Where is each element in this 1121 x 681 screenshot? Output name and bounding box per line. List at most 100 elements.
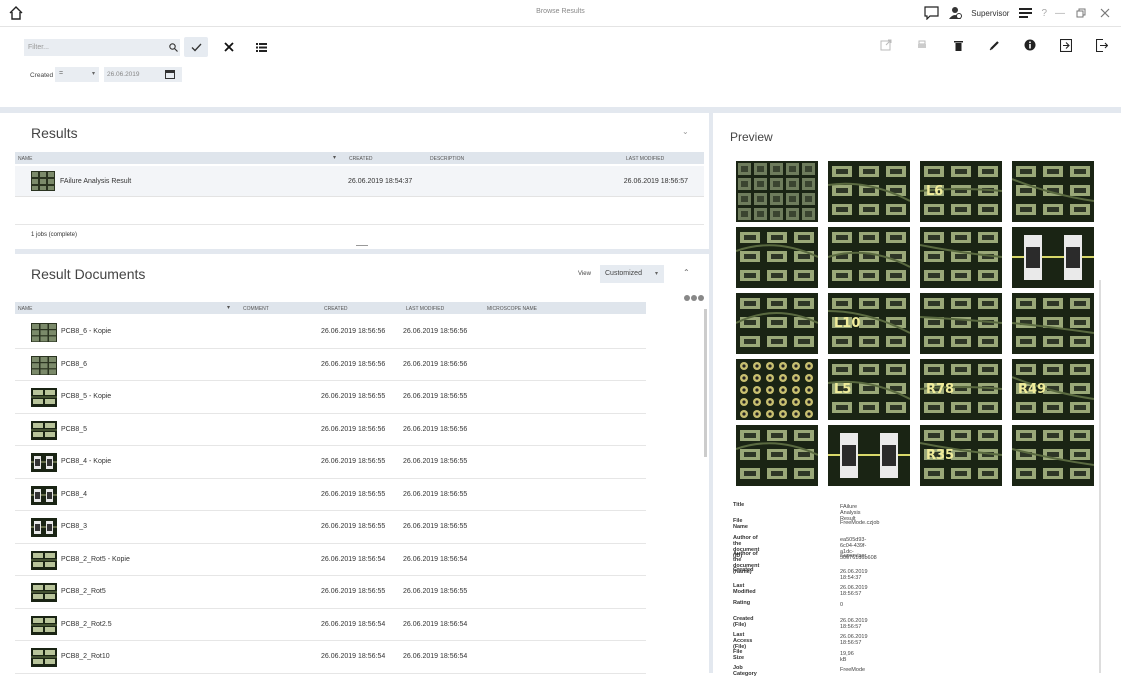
menu-icon[interactable] [1017,5,1033,21]
col-name[interactable]: NAME [18,156,32,162]
help-button[interactable]: ? [1041,8,1047,19]
table-row[interactable]: PCB8_5 26.06.2019 18:56:56 26.06.2019 18… [15,414,646,446]
table-row[interactable]: PCB8_6 - Kopie 26.06.2019 18:56:56 26.06… [15,316,646,349]
pencil-icon[interactable] [987,37,1001,53]
table-row[interactable]: PCB8_4 26.06.2019 18:56:55 26.06.2019 18… [15,479,646,511]
document-created: 26.06.2019 18:56:55 [321,588,386,595]
preview-image[interactable] [1012,425,1094,486]
table-row[interactable]: PCB8_2_Rot5 26.06.2019 18:56:55 26.06.20… [15,576,646,609]
result-documents-title: Result Documents [31,266,146,282]
preview-image[interactable] [920,227,1002,288]
table-row[interactable]: PCB8_5 - Kopie 26.06.2019 18:56:55 26.06… [15,381,646,414]
col-microscope-name[interactable]: MICROSCOPE NAME [487,306,537,312]
chat-icon[interactable] [923,5,939,21]
document-name: PCB8_4 - Kopie [61,458,112,465]
restore-icon[interactable] [1073,5,1089,21]
table-row[interactable]: PCB8_2_Rot5 - Kopie 26.06.2019 18:56:54 … [15,544,646,576]
preview-image[interactable]: L10 [828,293,910,354]
preview-image[interactable] [828,425,910,486]
panel-splitter[interactable] [709,113,713,673]
preview-image[interactable] [736,227,818,288]
jobs-status: 1 jobs (complete) [31,232,78,238]
preview-image[interactable] [828,227,910,288]
preview-image[interactable]: R78 [920,359,1002,420]
sort-desc-icon[interactable]: ▾ [333,154,336,161]
table-row[interactable]: PCB8_4 - Kopie 26.06.2019 18:56:55 26.06… [15,446,646,479]
document-created: 26.06.2019 18:56:56 [321,328,386,335]
col-created[interactable]: CREATED [324,306,348,312]
document-thumbnail [31,648,57,667]
table-row[interactable]: PCB8_2_Rot10 26.06.2019 18:56:54 26.06.2… [15,641,646,674]
preview-image[interactable] [736,161,818,222]
result-last-modified: 26.06.2019 18:56:57 [623,178,688,185]
preview-image[interactable]: R35 [920,425,1002,486]
scrollbar[interactable] [1099,280,1101,673]
view-select[interactable]: Customized ▾ [600,265,664,283]
chevron-down-icon: ▾ [654,271,658,277]
calendar-icon[interactable] [165,69,175,79]
created-operator-select[interactable]: = ▾ [55,67,99,82]
result-name: FAilure Analysis Result [60,178,132,185]
col-name[interactable]: NAME [18,306,32,312]
user-name[interactable]: Supervisor [971,9,1009,18]
preview-image[interactable] [736,293,818,354]
property-value: FreeMode.czjob [840,520,880,527]
created-filter-label: Created [30,72,54,79]
preview-image[interactable] [920,293,1002,354]
print-icon[interactable] [915,37,929,53]
export-icon[interactable] [879,37,893,53]
document-created: 26.06.2019 18:56:54 [321,653,386,660]
col-comment[interactable]: COMMENT [243,306,269,312]
scrollbar[interactable] [704,309,707,457]
property-value: FAilure Analysis Result [840,504,861,522]
col-last-modified[interactable]: LAST MODIFIED [406,306,444,312]
view-select-value: Customized [605,270,642,277]
close-icon[interactable] [1097,5,1113,21]
table-row[interactable]: PCB8_3 26.06.2019 18:56:55 26.06.2019 18… [15,511,646,544]
search-icon[interactable] [166,39,180,56]
preview-image[interactable] [1012,161,1094,222]
document-name: PCB8_5 [61,425,88,433]
table-row[interactable]: FAilure Analysis Result 26.06.2019 18:54… [15,166,704,197]
chevron-down-icon[interactable]: ⌄ [682,127,689,136]
import-icon[interactable] [1059,37,1073,53]
board-label: R78 [926,382,954,397]
document-name: PCB8_6 [61,360,88,368]
board-label: R49 [1018,382,1046,397]
preview-image[interactable]: R49 [1012,359,1094,420]
preview-image[interactable]: L5 [828,359,910,420]
created-date-input[interactable]: 26.06.2019 [104,67,182,82]
info-icon[interactable] [1023,37,1037,53]
apply-filter-button[interactable] [184,37,208,57]
sort-desc-icon[interactable]: ▾ [227,304,230,311]
property-key: Rating [733,599,751,606]
col-last-modified[interactable]: LAST MODIFIED [626,156,664,162]
preview-image[interactable] [1012,293,1094,354]
section-divider[interactable] [15,249,709,254]
document-last-modified: 26.06.2019 18:56:54 [403,555,468,563]
col-description[interactable]: DESCRIPTION [430,156,464,162]
exit-icon[interactable] [1095,37,1109,53]
preview-image[interactable] [828,161,910,222]
preview-image[interactable]: L6 [920,161,1002,222]
clear-filter-button[interactable] [220,37,238,57]
property-key: File Name [733,518,748,531]
preview-image[interactable] [1012,227,1094,288]
resize-grip[interactable] [356,245,368,246]
title-bar: Browse Results Supervisor ? — [0,0,1121,27]
preview-title: Preview [730,130,773,144]
chevron-up-icon[interactable]: ⌃ [683,268,690,277]
table-row[interactable]: PCB8_2_Rot2.5 26.06.2019 18:56:54 26.06.… [15,609,646,641]
table-row[interactable]: PCB8_6 26.06.2019 18:56:56 26.06.2019 18… [15,349,646,381]
document-created: 26.06.2019 18:56:55 [321,523,386,530]
filter-input[interactable]: Filter... [24,39,180,56]
minimize-icon[interactable]: — [1055,8,1065,19]
filter-list-button[interactable] [252,37,270,57]
preview-image[interactable] [736,425,818,486]
trash-icon[interactable] [951,37,965,53]
user-icon[interactable] [947,5,963,21]
preview-image[interactable] [736,359,818,420]
more-options-icon[interactable] [684,295,704,301]
col-created[interactable]: CREATED [349,156,373,162]
property-key: Last Modified [733,583,756,596]
